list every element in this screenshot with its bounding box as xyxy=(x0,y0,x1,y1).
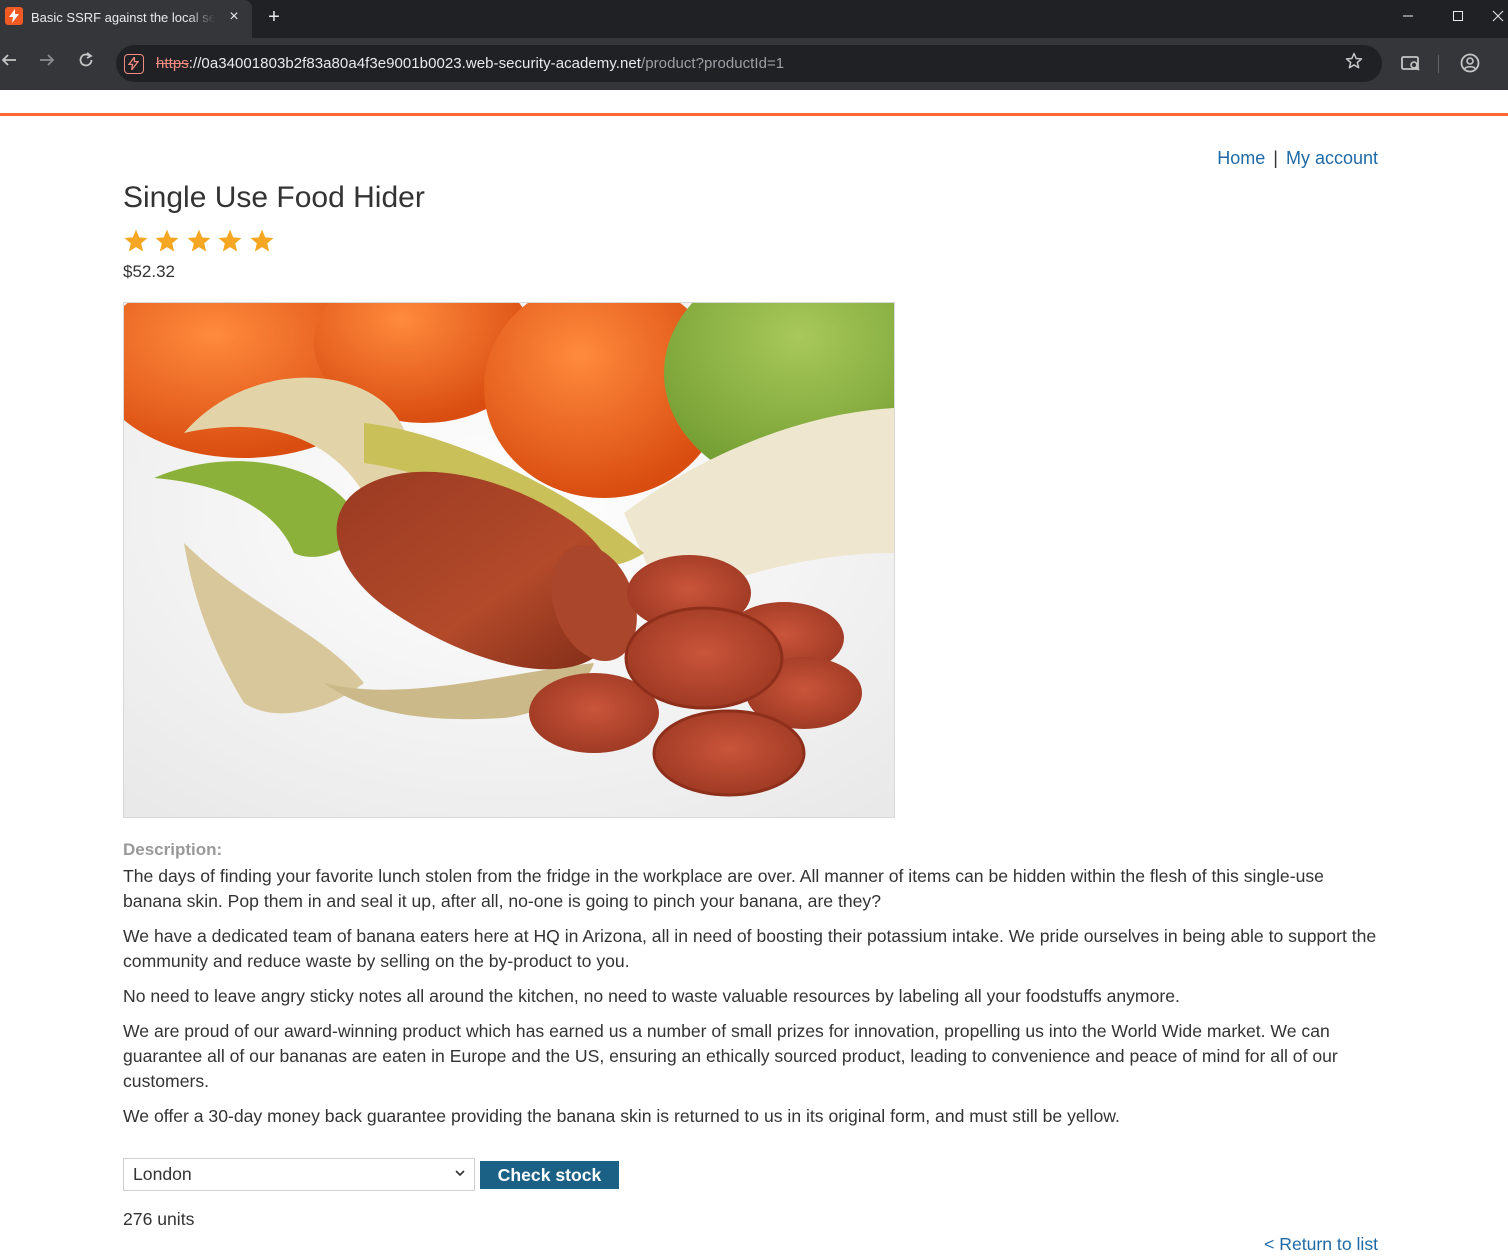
product-price: $52.32 xyxy=(123,262,175,281)
return-to-list-link[interactable]: < Return to list xyxy=(1240,1232,1378,1256)
description-paragraph: We are proud of our award-winning produc… xyxy=(123,1021,1338,1091)
close-window-icon[interactable] xyxy=(1488,4,1508,30)
url-host: ://0a34001803b2f83a80a4f3e9001b0023.web-… xyxy=(188,55,642,72)
description-label: Description: xyxy=(123,840,223,859)
check-stock-button[interactable]: Check stock xyxy=(480,1161,619,1189)
my-account-link[interactable]: My account xyxy=(1286,148,1378,168)
browser-toolbar: https://0a34001803b2f83a80a4f3e9001b0023… xyxy=(0,38,1508,90)
description-paragraph: We have a dedicated team of banana eater… xyxy=(123,926,1377,971)
description-paragraph: The days of finding your favorite lunch … xyxy=(123,866,1324,911)
new-tab-button[interactable]: + xyxy=(262,5,286,29)
store-select-value: London xyxy=(133,1164,192,1184)
minimize-icon[interactable] xyxy=(1388,4,1428,30)
nav-separator: | xyxy=(1273,148,1278,168)
chevron-down-icon xyxy=(454,1167,466,1182)
star-icon xyxy=(155,229,179,252)
star-rating xyxy=(123,228,1383,254)
home-link[interactable]: Home xyxy=(1217,148,1265,168)
forward-icon[interactable] xyxy=(34,50,60,76)
url-scheme: https xyxy=(156,55,189,72)
profile-icon[interactable] xyxy=(1458,51,1482,75)
tab-favicon-icon xyxy=(5,7,23,25)
product-title: Single Use Food Hider xyxy=(123,181,425,214)
reload-icon[interactable] xyxy=(73,50,99,76)
star-icon xyxy=(187,229,211,252)
site-icon[interactable] xyxy=(124,54,144,74)
back-icon[interactable] xyxy=(0,50,22,76)
product-section: Single Use Food Hider $52.32 Description… xyxy=(123,176,1383,1129)
bookmark-star-icon[interactable] xyxy=(1344,51,1364,78)
description-paragraph: We offer a 30-day money back guarantee p… xyxy=(123,1106,1120,1126)
store-select[interactable]: London xyxy=(123,1158,475,1191)
product-photo-illustration xyxy=(124,303,894,817)
star-icon xyxy=(218,229,242,252)
address-bar[interactable]: https://0a34001803b2f83a80a4f3e9001b0023… xyxy=(116,45,1382,82)
maximize-icon[interactable] xyxy=(1438,4,1478,30)
star-icon xyxy=(124,229,148,252)
product-image xyxy=(123,302,895,818)
top-navigation: Home | My account xyxy=(1180,148,1378,169)
browser-tab[interactable]: Basic SSRF against the local server × xyxy=(0,0,252,38)
cast-search-icon[interactable] xyxy=(1399,51,1423,75)
header-accent-bar xyxy=(0,113,1508,116)
star-icon xyxy=(250,229,274,252)
url-text[interactable]: https://0a34001803b2f83a80a4f3e9001b0023… xyxy=(156,55,784,72)
tab-title: Basic SSRF against the local server xyxy=(31,10,215,25)
description-paragraph: No need to leave angry sticky notes all … xyxy=(123,986,1180,1006)
stock-result: 276 units xyxy=(123,1209,195,1229)
browser-tab-bar: Basic SSRF against the local server × + xyxy=(0,0,1508,38)
url-path: /product?productId=1 xyxy=(641,55,785,72)
toolbar-divider xyxy=(1438,55,1439,73)
tab-close-icon[interactable]: × xyxy=(223,6,245,28)
